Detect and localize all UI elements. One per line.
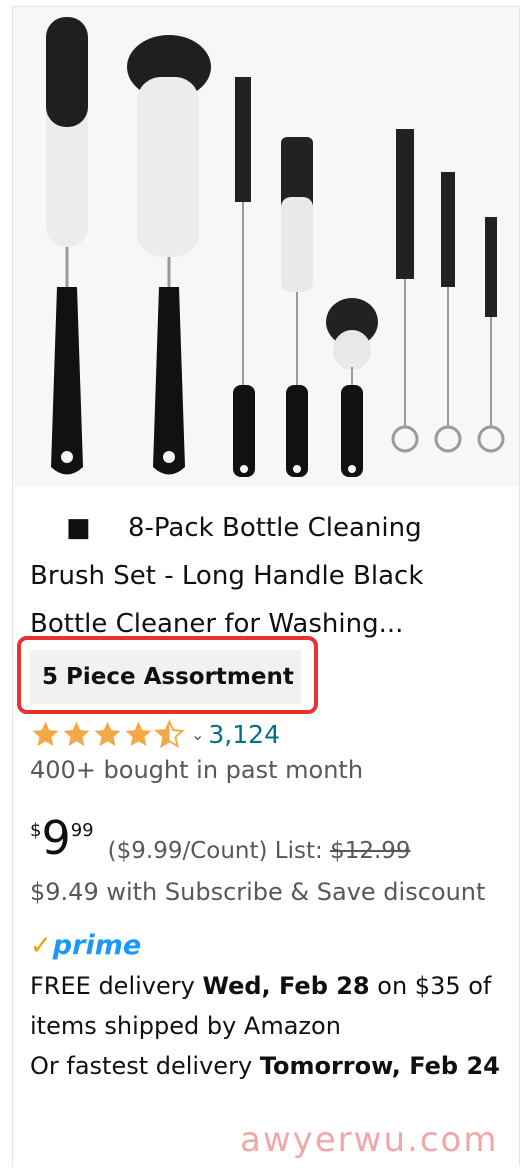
price-meta: ($9.99/Count) List: $12.99: [108, 838, 411, 864]
star-icon: [63, 721, 90, 746]
list-price: $12.99: [330, 838, 411, 864]
price-whole: 9: [41, 811, 71, 865]
star-rating[interactable]: [30, 718, 185, 750]
title-line-2[interactable]: Brush Set - Long Handle Black: [30, 561, 423, 591]
bullet-icon: ■: [66, 513, 91, 543]
product-image[interactable]: [13, 7, 519, 486]
star-icon: [94, 721, 121, 746]
fast-delivery-date: Tomorrow, Feb 24: [259, 1052, 500, 1080]
annotation-highlight-box: [17, 636, 318, 714]
half-star-icon: [154, 718, 185, 748]
delivery-info: FREE delivery Wed, Feb 28 on $35 of item…: [30, 966, 510, 1086]
product-title[interactable]: ■ 8-Pack Bottle Cleaning Brush Set - Long…: [30, 504, 500, 648]
free-delivery-prefix: FREE delivery: [30, 972, 195, 1000]
star-icon: [125, 721, 152, 746]
price-row: $ 9 99 ($9.99/Count) List: $12.99: [30, 812, 411, 864]
title-line-3[interactable]: Bottle Cleaner for Washing...: [30, 609, 403, 639]
unit-price: ($9.99/Count): [107, 838, 268, 864]
title-line-1[interactable]: 8-Pack Bottle Cleaning: [128, 513, 422, 543]
subscribe-save-text: $9.49 with Subscribe & Save discount: [30, 878, 486, 906]
watermark: awyerwu.com: [240, 1120, 499, 1160]
bought-in-past-month: 400+ bought in past month: [30, 756, 364, 784]
fast-delivery-prefix: Or fastest delivery: [30, 1052, 253, 1080]
price-fraction: 99: [70, 820, 94, 841]
prime-label: prime: [52, 930, 142, 961]
price-currency: $: [30, 820, 42, 841]
brush-set-illustration: [46, 17, 505, 477]
rating-row[interactable]: ⌄ 3,124: [30, 716, 280, 752]
list-label: List:: [274, 838, 323, 864]
prime-check-icon: ✓: [30, 930, 52, 961]
review-count-link[interactable]: 3,124: [208, 720, 280, 749]
prime-badge: ✓ prime: [30, 930, 141, 961]
chevron-down-icon[interactable]: ⌄: [191, 725, 204, 744]
star-icon: [32, 721, 59, 746]
free-delivery-date: Wed, Feb 28: [202, 972, 370, 1000]
